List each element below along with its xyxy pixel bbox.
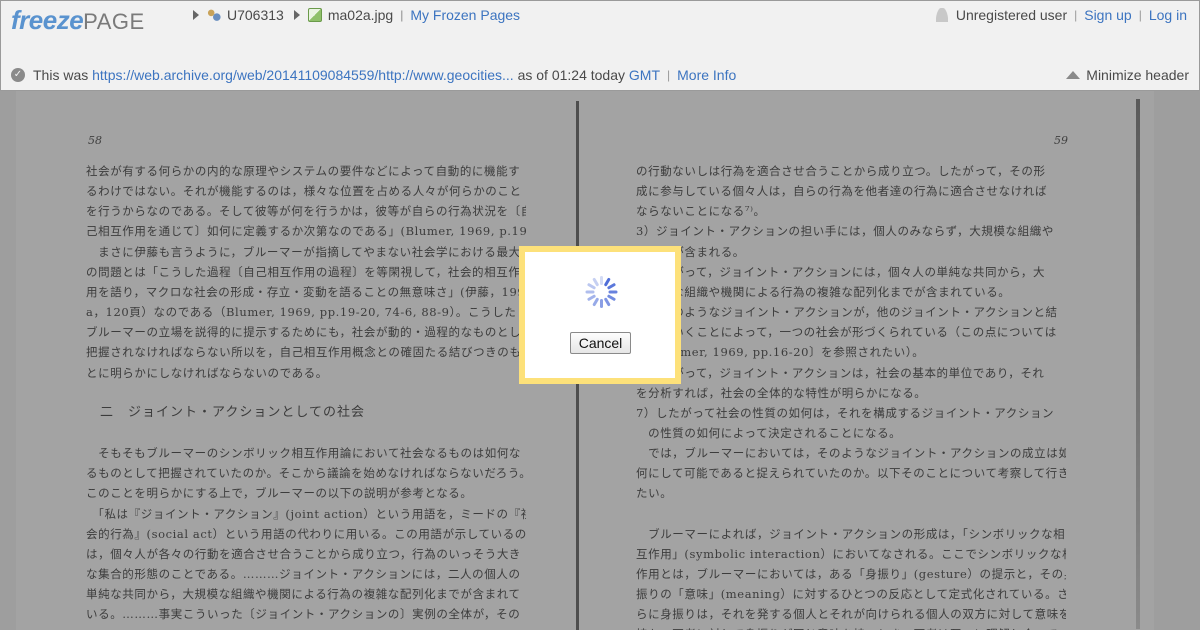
left-page-text-line: るものとして把握されていたのか。そこから議論を始めなければならないだろう。 — [86, 466, 526, 481]
right-page-text-line: 7）したがって社会の性質の如何は，それを構成するジョイント・アクション — [636, 405, 1055, 420]
left-page-text-line: な集合的形態のことである。………ジョイント・アクションには，二人の個人の — [86, 567, 521, 581]
right-page-text-line: が含まれる。 — [636, 244, 745, 259]
left-page-text-line: 把握されなければならない所以を，自己相互作用概念との確固たる結びつきのも — [86, 345, 522, 360]
log-in-link[interactable]: Log in — [1149, 7, 1187, 23]
left-page-text-line: このことを明らかにする上で，ブルーマーの以下の説明が参考となる。 — [86, 486, 473, 501]
right-page-text-line: 作用とは，ブルーマーにおいては，ある「身振り」(gesture）の提示と，その身 — [636, 567, 1066, 581]
breadcrumb-separator: | — [400, 8, 404, 22]
left-page-text-line: ブルーマーの立場を説得的に提示するためにも，社会が動的・過程的なものとして — [86, 325, 526, 340]
right-page-text-line: がって，ジョイント・アクションには，個々人の単純な共同から，大 — [636, 264, 1046, 279]
right-page-text-line: の性質の如何によって決定されることになる。 — [636, 425, 902, 440]
userbar-separator: | — [1074, 8, 1078, 22]
userbar-separator: | — [1138, 8, 1142, 22]
info-prefix: This was — [33, 67, 89, 83]
right-page-text-line: 3）ジョイント・アクションの担い手には，個人のみならず，大規模な組織や — [636, 224, 1054, 239]
freezepage-logo[interactable]: freezePAGE — [11, 5, 145, 37]
sign-up-link[interactable]: Sign up — [1084, 7, 1131, 23]
right-page-text-line: ブルーマーによれば，ジョイント・アクションの形成は，「シンボリックな相 — [636, 526, 1066, 541]
left-page-text-line: 用を語り，マクロな社会の形成・存立・変動を語ることの無意味さ」(伊藤，1995 — [86, 284, 526, 299]
minimize-header-button[interactable]: Minimize header — [1066, 67, 1189, 83]
right-page-text-line: 成に参与している個々人は，自らの行為を他者達の行為に適合させなければ — [636, 184, 1048, 199]
right-page-text-line: 持ち，両者に対して身振りが同じ意味を持つとき，両者は互いに理解し合ってい — [636, 624, 1066, 630]
left-page-text-line: 「私は『ジョイント・アクション』(joint action）という用語を，ミード… — [86, 506, 526, 521]
breadcrumb-arrow-icon — [193, 10, 199, 20]
user-icon — [935, 8, 948, 22]
logo-freeze-text: freeze — [11, 5, 84, 35]
triangle-up-icon — [1066, 71, 1081, 79]
spinner-segment — [585, 290, 595, 294]
breadcrumb: U706313 ma02a.jpg | My Frozen Pages — [191, 7, 520, 23]
breadcrumb-arrow-icon — [293, 10, 300, 20]
right-page-text-line: たい。 — [636, 486, 673, 501]
loading-dialog: Cancel — [519, 246, 681, 384]
left-page-text-line: 己相互作用を通じて〕如何に定義するか次第なのである」(Blumer, 1969,… — [86, 224, 526, 239]
cancel-button[interactable]: Cancel — [570, 332, 631, 354]
page-edge — [1136, 99, 1140, 629]
checkmark-icon: ✓ — [11, 68, 25, 82]
more-info-link[interactable]: More Info — [677, 67, 736, 83]
left-page-text-line: を行うからなのである。そして彼等が何を行うかは，彼等が自らの行為状況を〔自 — [86, 204, 526, 219]
breadcrumb-file[interactable]: ma02a.jpg — [328, 7, 393, 23]
right-page-text-line: 互作用」(symbolic interaction）においてなされる。ここでシン… — [636, 546, 1066, 561]
left-page-text-line: a，120頁）なのである（Blumer, 1969, pp.19-20, 74-… — [86, 305, 517, 320]
right-page-text-line: を分析すれば，社会の全体的な特性が明らかになる。 — [636, 385, 927, 400]
left-page-text-line: いる。………事実こういった〔ジョイント・アクションの〕実例の全体が，その — [86, 607, 521, 622]
left-page-text-line: るわけではない。それが機能するのは，様々な位置を占める人々が何らかのこと — [86, 184, 522, 199]
spinner-segment — [592, 297, 600, 307]
right-page-text-line: では，ブルーマーにおいては，そのようなジョイント・アクションの成立は如 — [636, 446, 1066, 461]
spinner-segment — [606, 282, 617, 290]
left-page-text-line: 二 ジョイント・アクションとしての社会 — [86, 404, 365, 420]
my-frozen-pages-link[interactable]: My Frozen Pages — [410, 7, 520, 23]
right-page-text-line: 何にして可能であると捉えられていたのか。以下そのことについて考察して行き — [636, 466, 1066, 481]
breadcrumb-user[interactable]: U706313 — [227, 7, 284, 23]
right-page-text-line: いくことによって，一つの社会が形づくられている（この点については — [636, 325, 1057, 340]
spinner-segment — [600, 299, 603, 308]
right-page-text-line: らに身振りは，それを発する個人とそれが向けられる個人の双方に対して意味を — [636, 607, 1066, 622]
freezepage-header: freezePAGE U706313 ma02a.jpg | My Frozen… — [0, 0, 1200, 91]
left-page-text-line: 社会が有する何らかの内的な原理やシステムの要件などによって自動的に機能す — [86, 164, 521, 178]
left-page-text-line: とに明らかにしなければならないのである。 — [86, 365, 328, 380]
left-page-text-line: 単純な共同から，大規模な組織や機関による行為の複雑な配列化までが含まれて — [86, 587, 521, 602]
users-icon — [207, 8, 221, 22]
source-url-link[interactable]: https://web.archive.org/web/201411090845… — [92, 67, 514, 83]
right-page-text-line: な組織や機関による行為の複雑な配列化までが含まれている。 — [636, 284, 1011, 299]
gmt-link[interactable]: GMT — [629, 67, 660, 83]
user-status: Unregistered user — [955, 7, 1068, 23]
right-page-text-line: がって，ジョイント・アクションは，社会の基本的単位であり，それ — [636, 365, 1045, 380]
left-page-text-line: の問題とは「こうした過程〔自己相互作用の過程〕を等閑視して，社会的相互作 — [86, 264, 521, 279]
loading-spinner-icon — [585, 275, 619, 309]
right-page-number: 59 — [1054, 134, 1068, 147]
left-page-text-line: まさに伊藤も言うように，ブルーマーが指摘してやまない社会学における最大 — [86, 244, 521, 259]
left-page-text-line: 会的行為』(social act）という用語の代わりに用いる。この用語が示してい… — [86, 526, 526, 541]
spinner-segment — [600, 276, 603, 285]
user-bar: Unregistered user | Sign up | Log in — [935, 7, 1187, 23]
archive-time: as of 01:24 today — [517, 67, 625, 83]
spinner-segment — [608, 290, 618, 294]
left-page-text-line: は，個々人が各々の行動を適合させ合うことから成り立つ，行為のいっそう大き — [86, 546, 522, 561]
right-page-text-line: ならないことになる⁷⁾。 — [636, 204, 766, 219]
minimize-header-label: Minimize header — [1086, 67, 1189, 83]
archive-info-bar: ✓ This was https://web.archive.org/web/2… — [11, 67, 736, 83]
right-page-text-line: のようなジョイント・アクションが，他のジョイント・アクションと結 — [636, 305, 1058, 320]
right-page-text-line: umer, 1969, pp.16-20〕を参照されたい）。 — [636, 345, 925, 360]
image-file-icon — [307, 8, 322, 22]
left-page-text-line: そもそもブルーマーのシンボリック相互作用論において社会なるものは如何な — [86, 446, 522, 461]
right-page-text-line: 振りの「意味」(meaning）に対するひとつの反応として定式化されている。さ — [636, 587, 1066, 602]
logo-page-text: PAGE — [83, 9, 145, 34]
info-separator: | — [667, 68, 671, 82]
left-page-number: 58 — [88, 134, 102, 147]
right-page-text-line: の行動ないしは行為を適合させ合うことから成り立つ。したがって，その形 — [636, 164, 1046, 178]
